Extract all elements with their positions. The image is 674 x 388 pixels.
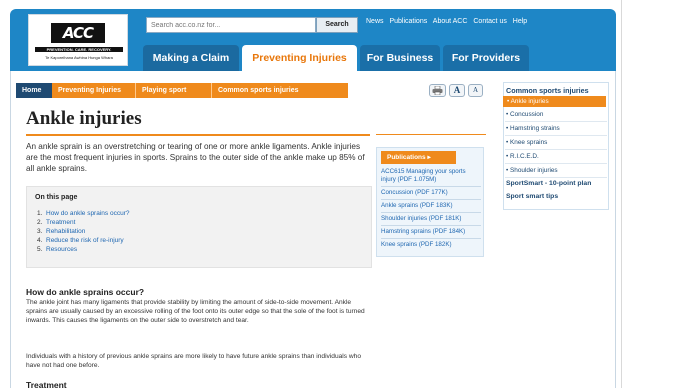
about-acc-link[interactable]: About ACC — [433, 18, 468, 25]
publication-divider — [381, 199, 481, 200]
on-this-page-box: On this page 1. How do ankle sprains occu… — [26, 186, 372, 268]
acc-logo-mark: ACC — [51, 23, 105, 43]
site-header: ACC PREVENTION. CARE. RECOVERY. Te Kapor… — [10, 9, 616, 73]
section-nav-item-knee-sprains[interactable]: • Knee sprains — [506, 139, 547, 146]
active-item-arrow — [598, 96, 604, 106]
section-nav-item-hamstring-strains[interactable]: • Hamstring strains — [506, 125, 560, 132]
nav-divider — [505, 163, 607, 164]
tab-preventing-injuries[interactable]: Preventing Injuries — [242, 45, 357, 73]
tab-for-business[interactable]: For Business — [360, 45, 440, 71]
publication-divider — [381, 225, 481, 226]
acc-logo-maori-name: Te Kaporeihana Awhina Hunga Whara — [45, 55, 113, 60]
publications-link[interactable]: Publications — [389, 18, 427, 25]
text-size-small-button[interactable]: A — [468, 84, 483, 97]
toc-link-rehabilitation[interactable]: Rehabilitation — [46, 228, 85, 235]
breadcrumb-divider — [135, 83, 136, 98]
title-underline-right — [376, 134, 486, 135]
list-item: 5. Resources — [37, 245, 129, 254]
nav-divider — [505, 177, 607, 178]
search-button[interactable]: Search — [316, 17, 358, 33]
page-gutter-divider — [621, 0, 622, 388]
nav-divider — [505, 149, 607, 150]
breadcrumb-playing-sport[interactable]: Playing sport — [136, 83, 212, 98]
news-link[interactable]: News — [366, 18, 384, 25]
section-paragraph: Individuals with a history of previous a… — [26, 353, 361, 369]
toc-number: 4. — [37, 237, 43, 244]
publication-link[interactable]: Concussion (PDF 177K) — [381, 189, 481, 197]
section-nav-sport-smart-tips[interactable]: Sport smart tips — [506, 193, 558, 200]
section-nav-item-riced[interactable]: • R.I.C.E.D. — [506, 153, 539, 160]
section-nav-item-ankle-injuries[interactable]: • Ankle injuries — [503, 96, 606, 107]
section-nav-item-shoulder-injuries[interactable]: • Shoulder injuries — [506, 167, 558, 174]
publication-divider — [381, 238, 481, 239]
printer-icon — [432, 85, 443, 96]
toc-number: 5. — [37, 246, 43, 253]
section-heading-how-sprains-occur: How do ankle sprains occur? — [26, 287, 145, 297]
breadcrumb-common-sports-injuries[interactable]: Common sports injuries — [212, 83, 348, 98]
print-button[interactable] — [429, 84, 446, 97]
section-nav-item-concussion[interactable]: • Concussion — [506, 111, 543, 118]
list-item: 3. Rehabilitation — [37, 227, 129, 236]
intro-paragraph: An ankle sprain is an overstretching or … — [26, 142, 365, 173]
list-item: 2. Treatment — [37, 218, 129, 227]
tab-making-a-claim[interactable]: Making a Claim — [143, 45, 239, 71]
toc-number: 2. — [37, 219, 43, 226]
title-underline — [26, 134, 370, 136]
text-size-large-button[interactable]: A — [449, 84, 465, 97]
publication-divider — [381, 212, 481, 213]
breadcrumb-home[interactable]: Home — [16, 83, 52, 98]
nav-divider — [505, 121, 607, 122]
section-paragraph: The ankle joint has many ligaments that … — [26, 299, 365, 324]
publication-link[interactable]: Ankle sprains (PDF 183K) — [381, 202, 481, 210]
publications-box: Publications ▸ ACC615 Managing your spor… — [376, 147, 484, 257]
publication-divider — [381, 186, 481, 187]
breadcrumb-divider — [211, 83, 212, 98]
help-link[interactable]: Help — [513, 18, 527, 25]
toc-link-how-sprains-occur[interactable]: How do ankle sprains occur? — [46, 210, 129, 217]
search-input[interactable] — [146, 17, 316, 33]
on-this-page-list: 1. How do ankle sprains occur? 2. Treatmen… — [37, 209, 129, 254]
section-nav-title[interactable]: Common sports injuries — [506, 86, 589, 95]
list-item: 1. How do ankle sprains occur? — [37, 209, 129, 218]
publication-link[interactable]: Shoulder injuries (PDF 181K) — [381, 215, 481, 223]
contact-us-link[interactable]: Contact us — [473, 18, 506, 25]
list-item: 4. Reduce the risk of re-injury — [37, 236, 129, 245]
acc-logo[interactable]: ACC PREVENTION. CARE. RECOVERY. Te Kapor… — [28, 14, 128, 66]
section-nav-sportsmart-plan[interactable]: SportSmart - 10-point plan — [506, 180, 591, 187]
acc-logo-tagline: PREVENTION. CARE. RECOVERY. — [35, 47, 123, 52]
on-this-page-title: On this page — [35, 194, 78, 201]
nav-divider — [505, 135, 607, 136]
utility-links: News Publications About ACC Contact us H… — [366, 18, 531, 25]
publication-link[interactable]: ACC615 Managing your sports injury (PDF … — [381, 168, 481, 184]
toc-number: 1. — [37, 210, 43, 217]
publication-link[interactable]: Hamstring sprains (PDF 184K) — [381, 228, 481, 236]
breadcrumb-preventing-injuries[interactable]: Preventing Injuries — [52, 83, 136, 98]
page-title: Ankle injuries — [26, 108, 142, 129]
section-heading-treatment: Treatment — [26, 380, 67, 388]
publication-link[interactable]: Knee sprains (PDF 182K) — [381, 241, 481, 249]
toc-link-reduce-risk[interactable]: Reduce the risk of re-injury — [46, 237, 124, 244]
toc-number: 3. — [37, 228, 43, 235]
toc-link-resources[interactable]: Resources — [46, 246, 77, 253]
publications-header[interactable]: Publications ▸ — [381, 151, 456, 164]
tab-for-providers[interactable]: For Providers — [443, 45, 529, 71]
toc-link-treatment[interactable]: Treatment — [46, 219, 75, 226]
